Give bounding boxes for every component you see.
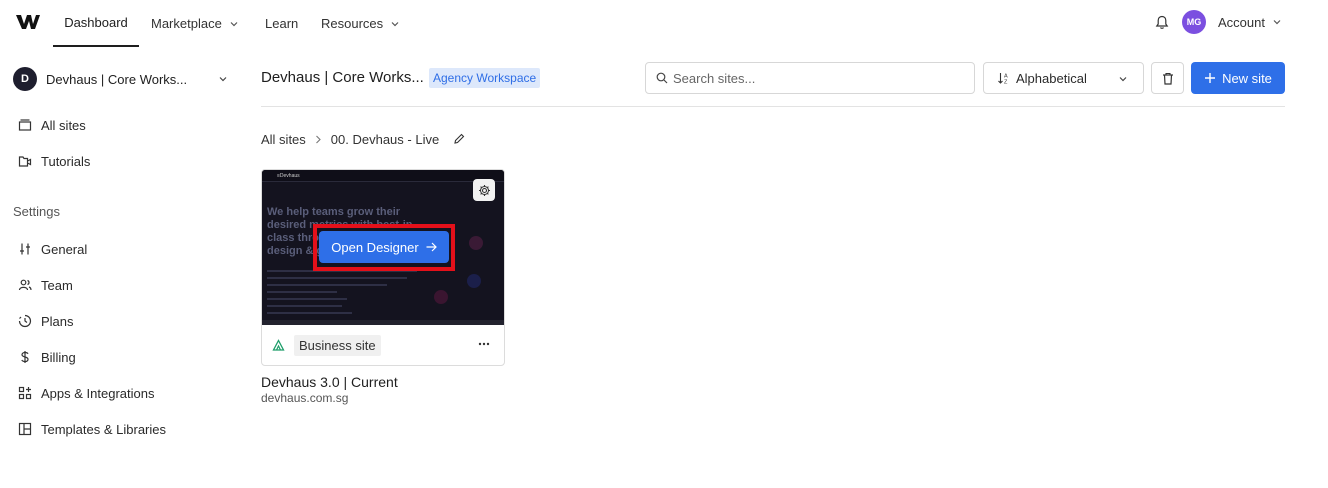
thumbnail-navbar: ≡Devhaus [262, 170, 504, 182]
site-name[interactable]: Devhaus 3.0 | Current [261, 374, 398, 390]
nav-dashboard-label: Dashboard [64, 15, 128, 30]
sidebar-item-all-sites[interactable]: All sites [18, 115, 86, 135]
gear-icon [478, 184, 490, 196]
sidebar-item-label: Team [41, 277, 73, 293]
plans-icon [18, 314, 32, 328]
workspace-type-label: Agency Workspace [433, 71, 537, 85]
top-navigation: Dashboard Marketplace Learn Resources MG… [0, 0, 1328, 47]
search-box[interactable] [645, 62, 975, 94]
sidebar-item-general[interactable]: General [18, 239, 87, 259]
arrow-right-icon [426, 242, 437, 252]
account-label: Account [1218, 14, 1265, 30]
site-card-footer: Business site [262, 325, 504, 365]
sidebar-item-apps-integrations[interactable]: Apps & Integrations [18, 383, 154, 403]
pencil-icon[interactable] [453, 133, 465, 145]
folder-icon [18, 119, 32, 131]
site-card[interactable]: ≡Devhaus We help teams grow their desire… [261, 169, 505, 366]
thumbnail-decoration [469, 236, 483, 250]
workspace-type-badge: Agency Workspace [429, 68, 541, 88]
trash-icon [1162, 72, 1173, 85]
sidebar-item-team[interactable]: Team [18, 275, 73, 295]
workspace-badge: D [13, 67, 37, 91]
trash-button[interactable] [1151, 62, 1184, 94]
thumbnail-brand: ≡Devhaus [277, 173, 300, 179]
sidebar-item-tutorials[interactable]: Tutorials [18, 151, 90, 171]
thumbnail-decoration [434, 290, 448, 304]
sort-dropdown[interactable]: AZ Alphabetical [983, 62, 1144, 94]
bell-icon[interactable] [1155, 15, 1169, 30]
video-icon [18, 156, 32, 167]
thumbnail-decoration [467, 274, 481, 288]
sidebar-item-label: Templates & Libraries [41, 421, 166, 437]
workspace-name: Devhaus | Core Works... [46, 71, 188, 87]
sidebar-item-label: Tutorials [41, 153, 91, 169]
breadcrumb-current-folder: 00. Devhaus - Live [330, 131, 440, 147]
svg-text:Z: Z [1004, 80, 1008, 86]
page-title: Devhaus | Core Works... [261, 69, 424, 86]
chevron-down-icon [1119, 77, 1127, 82]
settings-heading: Settings [13, 204, 60, 219]
sidebar-item-label: Apps & Integrations [41, 385, 155, 401]
nav-dashboard[interactable]: Dashboard [53, 0, 139, 47]
templates-icon [18, 422, 32, 436]
search-icon [656, 72, 668, 84]
site-url: devhaus.com.sg [261, 391, 349, 405]
breadcrumb-all-sites[interactable]: All sites [261, 132, 306, 147]
user-avatar[interactable]: MG [1182, 10, 1206, 34]
workspace-switcher[interactable]: D Devhaus | Core Works... [13, 66, 233, 92]
sidebar-item-label: Plans [41, 313, 74, 329]
apps-icon [18, 386, 32, 400]
chevron-right-icon [315, 135, 321, 143]
more-options-icon[interactable] [478, 342, 490, 346]
search-input[interactable] [673, 70, 963, 86]
chevron-down-icon [219, 77, 227, 82]
sidebar-item-billing[interactable]: Billing [18, 347, 76, 367]
team-icon [18, 279, 32, 291]
dollar-icon [21, 351, 29, 363]
webflow-logo-icon[interactable] [15, 13, 41, 31]
sort-icon: AZ [998, 73, 1008, 86]
business-plan-icon [272, 339, 285, 351]
workspace-initial: D [21, 73, 29, 85]
chevron-down-icon [391, 21, 399, 26]
plan-label: Business site [299, 338, 376, 353]
header-divider [261, 106, 1285, 107]
open-designer-label: Open Designer [331, 239, 419, 255]
nav-marketplace[interactable]: Marketplace [151, 0, 238, 47]
sidebar-item-plans[interactable]: Plans [18, 311, 74, 331]
sidebar-item-templates-libraries[interactable]: Templates & Libraries [18, 419, 166, 439]
account-menu[interactable]: Account [1218, 0, 1281, 44]
site-thumbnail[interactable]: ≡Devhaus We help teams grow their desire… [262, 170, 504, 325]
nav-resources[interactable]: Resources [321, 0, 399, 47]
thumbnail-text-lines [267, 270, 417, 319]
sliders-icon [20, 243, 30, 255]
breadcrumb: All sites 00. Devhaus - Live [261, 130, 465, 148]
sidebar-item-label: All sites [41, 117, 86, 133]
plan-badge: Business site [294, 335, 381, 356]
sidebar-item-label: Billing [41, 349, 76, 365]
plus-icon [1205, 73, 1216, 83]
site-settings-button[interactable] [473, 179, 495, 201]
sort-label: Alphabetical [1016, 70, 1087, 86]
new-site-label: New site [1222, 70, 1272, 86]
chevron-down-icon [230, 21, 238, 26]
sidebar-item-label: General [41, 241, 88, 257]
nav-learn[interactable]: Learn [265, 0, 298, 47]
open-designer-button[interactable]: Open Designer [319, 231, 449, 263]
nav-marketplace-label: Marketplace [151, 16, 222, 31]
chevron-down-icon [1273, 20, 1281, 25]
nav-resources-label: Resources [321, 16, 384, 31]
nav-learn-label: Learn [265, 16, 299, 31]
new-site-button[interactable]: New site [1191, 62, 1285, 94]
avatar-initials: MG [1186, 17, 1202, 27]
